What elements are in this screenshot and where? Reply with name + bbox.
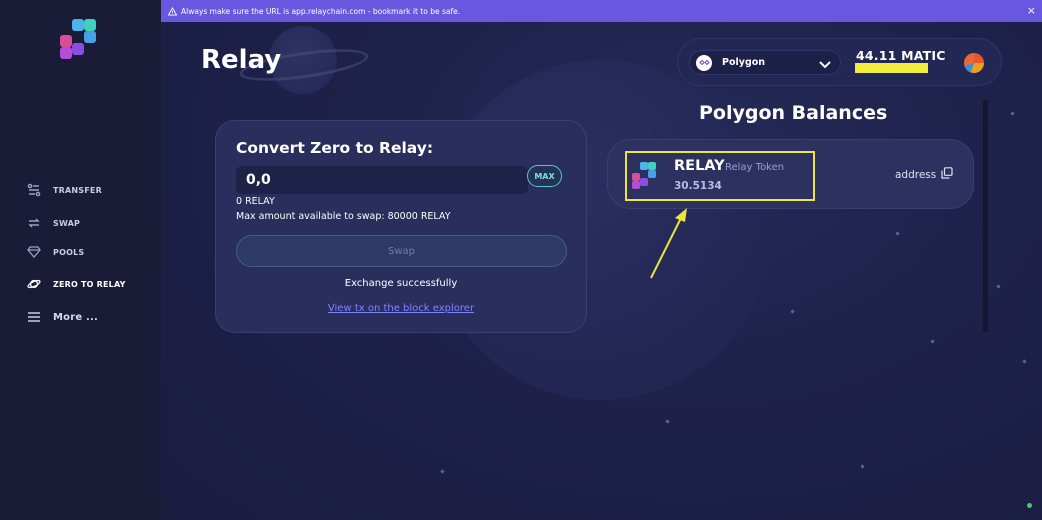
wallet-header: Polygon 44.11 MATIC (677, 38, 1002, 86)
token-highlight-box: RELAY Relay Token 30.5134 (625, 151, 815, 201)
banner-text: Always make sure the URL is app.relaycha… (181, 6, 461, 16)
max-button[interactable]: MAX (527, 165, 562, 187)
background-star (1010, 111, 1015, 116)
background-star (1022, 359, 1027, 364)
background-star (440, 469, 445, 474)
background-star (860, 464, 865, 469)
network-select[interactable]: Polygon (689, 50, 841, 75)
security-banner: Always make sure the URL is app.relaycha… (161, 0, 1042, 22)
card-title: Convert Zero to Relay: (236, 139, 434, 157)
address-redaction (855, 63, 928, 73)
sidebar-item-label: SWAP (53, 218, 81, 228)
menu-icon (26, 309, 42, 325)
annotation-arrow (650, 208, 687, 279)
background-star (895, 231, 900, 236)
status-message: Exchange successfully (344, 278, 458, 289)
chevron-down-icon (818, 56, 832, 75)
sidebar-item-label: More ... (53, 311, 99, 323)
token-name: Relay Token (725, 162, 785, 173)
copy-address-button[interactable]: address (895, 167, 953, 182)
page-title: Relay (201, 45, 282, 75)
avatar[interactable] (964, 53, 984, 73)
sidebar-item-swap[interactable]: SWAP (26, 213, 80, 233)
token-balance-card: RELAY Relay Token 30.5134 address (607, 139, 974, 209)
copy-icon (941, 167, 953, 182)
max-available-text: Max amount available to swap: 80000 RELA… (236, 211, 451, 222)
transfer-icon (26, 182, 42, 198)
sidebar-item-pools[interactable]: POOLS (26, 242, 84, 262)
amount-input[interactable] (236, 166, 528, 194)
relay-token-icon (632, 162, 656, 189)
background-star (790, 309, 795, 314)
main-content: Always make sure the URL is app.relaycha… (161, 0, 1042, 520)
network-status-dot (1027, 503, 1032, 508)
relay-logo-icon[interactable] (58, 17, 104, 61)
polygon-icon (696, 54, 712, 71)
sidebar-item-zero-to-relay[interactable]: ZERO TO RELAY (26, 274, 126, 294)
sidebar-item-label: ZERO TO RELAY (53, 279, 126, 289)
convert-card: Convert Zero to Relay: MAX 0 RELAY Max a… (215, 120, 587, 333)
relay-balance: 0 RELAY (236, 196, 275, 207)
block-explorer-link[interactable]: View tx on the block explorer (216, 303, 586, 314)
planet-icon (26, 276, 42, 292)
sidebar-item-transfer[interactable]: TRANSFER (26, 180, 102, 200)
diamond-icon (26, 244, 42, 260)
token-amount: 30.5134 (674, 180, 722, 192)
network-name: Polygon (722, 57, 766, 68)
sidebar: TRANSFER SWAP POOLS ZERO TO RELAY More .… (0, 0, 161, 520)
background-star (996, 284, 1001, 289)
scrollbar[interactable] (983, 100, 988, 332)
token-symbol: RELAY (674, 158, 725, 174)
close-icon[interactable]: × (1027, 4, 1036, 17)
address-label: address (895, 168, 937, 181)
sidebar-item-more[interactable]: More ... (26, 307, 98, 327)
sidebar-item-label: TRANSFER (53, 185, 102, 195)
sidebar-item-label: POOLS (53, 247, 85, 257)
background-star (930, 339, 935, 344)
swap-button[interactable]: Swap (236, 235, 567, 267)
balances-title: Polygon Balances (699, 102, 888, 124)
native-balance: 44.11 MATIC (856, 48, 946, 63)
warning-icon (167, 6, 177, 16)
background-star (665, 419, 670, 424)
swap-icon (26, 215, 42, 231)
